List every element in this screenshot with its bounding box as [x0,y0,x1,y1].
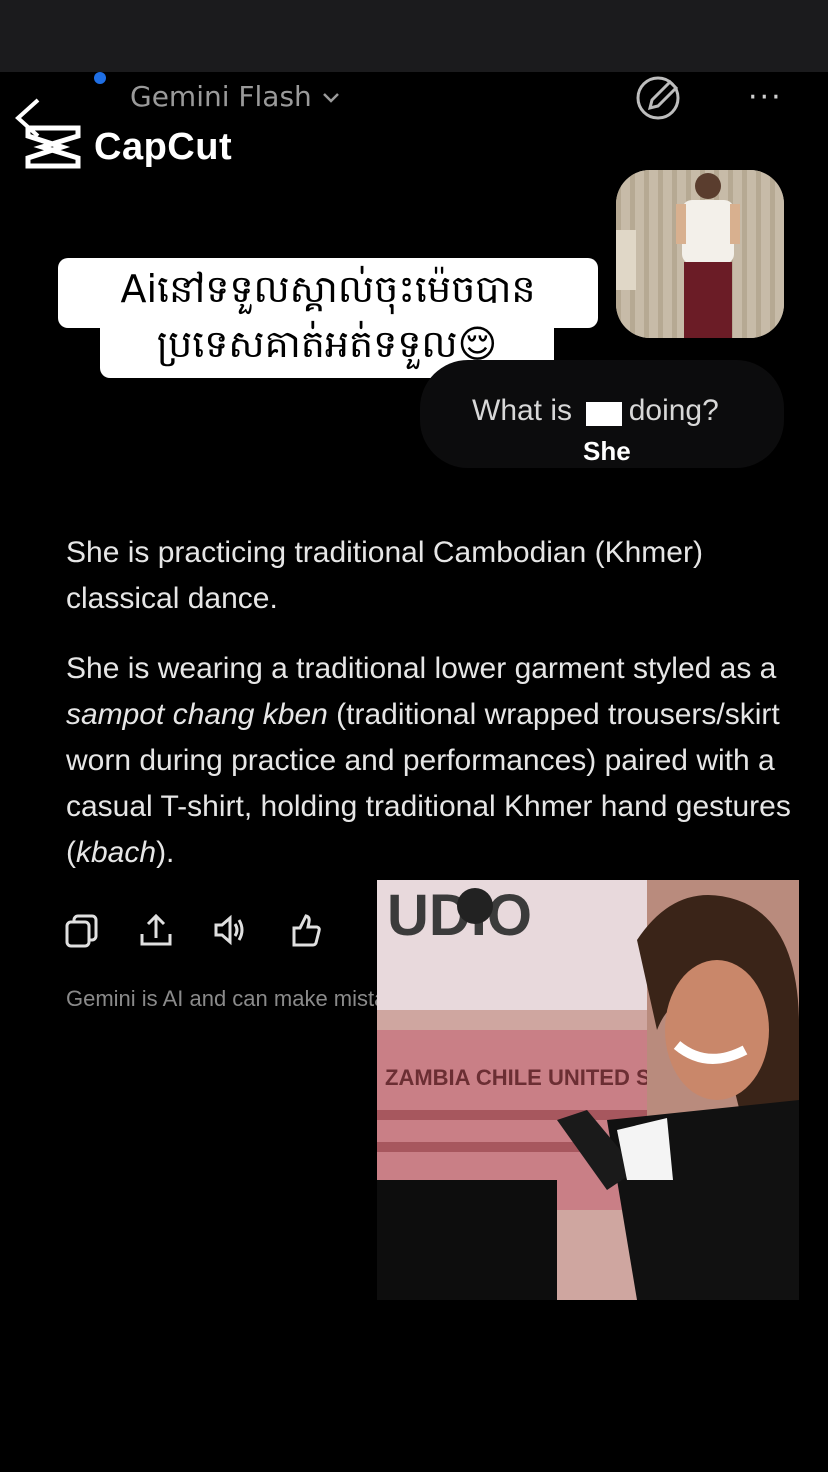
speaker-icon[interactable] [212,912,248,948]
chevron-down-icon [322,85,340,109]
capcut-logo-icon [25,125,81,169]
edit-icon[interactable] [632,70,686,124]
share-icon[interactable] [138,912,174,948]
model-response: She is practicing traditional Cambodian … [66,530,796,900]
capcut-brand-text: CapCut [94,125,233,168]
status-bar [0,0,828,72]
uploaded-photo-thumbnail[interactable] [616,170,784,338]
response-paragraph-2: She is wearing a traditional lower garme… [66,652,791,869]
more-icon[interactable]: ··· [748,80,783,115]
copy-icon[interactable] [64,912,100,948]
thumbs-up-icon[interactable] [286,912,322,948]
capcut-watermark: CapCut [22,124,232,170]
disclaimer-text: Gemini is AI and can make mistakes. [66,986,378,1011]
model-selector[interactable]: Gemini Flash [130,80,340,113]
correction-overlay-text: She [583,436,631,466]
model-name: Gemini Flash [130,80,312,113]
overlay-sign-text: UDIO [387,883,532,948]
response-paragraph-1: She is practicing traditional Cambodian … [66,536,703,615]
redaction-box [586,402,622,426]
notification-dot [94,72,106,84]
overlay-video-clip: UDIO ZAMBIA CHILE UNITED STATES [377,880,799,1300]
response-actions [64,912,322,948]
